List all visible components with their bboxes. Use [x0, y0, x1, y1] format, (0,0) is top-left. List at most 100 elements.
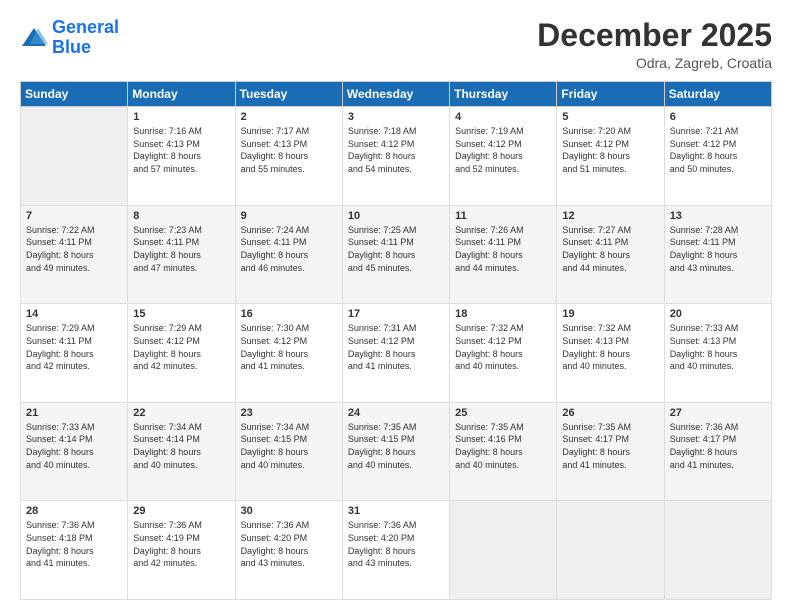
calendar-cell: 6 Sunrise: 7:21 AM Sunset: 4:12 PM Daylig…	[664, 107, 771, 206]
weekday-header-sunday: Sunday	[21, 82, 128, 107]
day-info: Sunrise: 7:36 AM Sunset: 4:20 PM Dayligh…	[241, 519, 337, 569]
day-number: 24	[348, 407, 444, 419]
day-info: Sunrise: 7:33 AM Sunset: 4:13 PM Dayligh…	[670, 322, 766, 372]
day-info: Sunrise: 7:36 AM Sunset: 4:19 PM Dayligh…	[133, 519, 229, 569]
day-info: Sunrise: 7:16 AM Sunset: 4:13 PM Dayligh…	[133, 125, 229, 175]
calendar-week-4: 21Sunrise: 7:33 AM Sunset: 4:14 PM Dayli…	[21, 402, 772, 501]
day-number: 20	[670, 308, 766, 320]
month-title: December 2025	[537, 18, 772, 53]
day-info: Sunrise: 7:30 AM Sunset: 4:12 PM Dayligh…	[241, 322, 337, 372]
calendar-cell: 26 Sunrise: 7:35 AM Sunset: 4:17 PM Dayli…	[557, 402, 664, 501]
calendar-cell	[664, 501, 771, 600]
calendar-cell: 27Sunrise: 7:36 AM Sunset: 4:17 PM Dayli…	[664, 402, 771, 501]
day-number: 6	[670, 111, 766, 123]
logo-line1: General	[52, 17, 119, 37]
day-number: 25	[455, 407, 551, 419]
day-info: Sunrise: 7:20 AM Sunset: 4:12 PM Dayligh…	[562, 125, 658, 175]
day-number: 18	[455, 308, 551, 320]
calendar-cell: 11 Sunrise: 7:26 AM Sunset: 4:11 PM Dayli…	[450, 205, 557, 304]
day-number: 12	[562, 210, 658, 222]
day-info: Sunrise: 7:17 AM Sunset: 4:13 PM Dayligh…	[241, 125, 337, 175]
logo-text: General Blue	[52, 18, 119, 58]
calendar-cell	[21, 107, 128, 206]
day-number: 15	[133, 308, 229, 320]
day-info: Sunrise: 7:19 AM Sunset: 4:12 PM Dayligh…	[455, 125, 551, 175]
weekday-header-friday: Friday	[557, 82, 664, 107]
calendar-cell: 13Sunrise: 7:28 AM Sunset: 4:11 PM Dayli…	[664, 205, 771, 304]
location: Odra, Zagreb, Croatia	[537, 55, 772, 71]
day-info: Sunrise: 7:31 AM Sunset: 4:12 PM Dayligh…	[348, 322, 444, 372]
day-number: 27	[670, 407, 766, 419]
day-number: 17	[348, 308, 444, 320]
weekday-header-saturday: Saturday	[664, 82, 771, 107]
logo-line2: Blue	[52, 37, 91, 57]
day-info: Sunrise: 7:26 AM Sunset: 4:11 PM Dayligh…	[455, 224, 551, 274]
logo-icon	[20, 24, 48, 52]
title-block: December 2025 Odra, Zagreb, Croatia	[537, 18, 772, 71]
day-info: Sunrise: 7:29 AM Sunset: 4:12 PM Dayligh…	[133, 322, 229, 372]
logo: General Blue	[20, 18, 119, 58]
calendar-week-2: 7Sunrise: 7:22 AM Sunset: 4:11 PM Daylig…	[21, 205, 772, 304]
day-info: Sunrise: 7:28 AM Sunset: 4:11 PM Dayligh…	[670, 224, 766, 274]
day-number: 29	[133, 505, 229, 517]
day-info: Sunrise: 7:35 AM Sunset: 4:17 PM Dayligh…	[562, 421, 658, 471]
calendar-cell: 4 Sunrise: 7:19 AM Sunset: 4:12 PM Daylig…	[450, 107, 557, 206]
calendar-cell: 24Sunrise: 7:35 AM Sunset: 4:15 PM Dayli…	[342, 402, 449, 501]
day-number: 9	[241, 210, 337, 222]
day-info: Sunrise: 7:34 AM Sunset: 4:14 PM Dayligh…	[133, 421, 229, 471]
calendar-cell: 25 Sunrise: 7:35 AM Sunset: 4:16 PM Dayli…	[450, 402, 557, 501]
calendar-cell: 14Sunrise: 7:29 AM Sunset: 4:11 PM Dayli…	[21, 304, 128, 403]
calendar-cell: 9 Sunrise: 7:24 AM Sunset: 4:11 PM Daylig…	[235, 205, 342, 304]
calendar-cell: 12 Sunrise: 7:27 AM Sunset: 4:11 PM Dayli…	[557, 205, 664, 304]
day-info: Sunrise: 7:33 AM Sunset: 4:14 PM Dayligh…	[26, 421, 122, 471]
day-number: 30	[241, 505, 337, 517]
day-number: 31	[348, 505, 444, 517]
calendar-cell: 16Sunrise: 7:30 AM Sunset: 4:12 PM Dayli…	[235, 304, 342, 403]
calendar-cell: 23 Sunrise: 7:34 AM Sunset: 4:15 PM Dayli…	[235, 402, 342, 501]
page: General Blue December 2025 Odra, Zagreb,…	[0, 0, 792, 612]
calendar-header-row: SundayMondayTuesdayWednesdayThursdayFrid…	[21, 82, 772, 107]
calendar-cell: 2Sunrise: 7:17 AM Sunset: 4:13 PM Daylig…	[235, 107, 342, 206]
calendar-cell: 3 Sunrise: 7:18 AM Sunset: 4:12 PM Daylig…	[342, 107, 449, 206]
calendar-cell: 8Sunrise: 7:23 AM Sunset: 4:11 PM Daylig…	[128, 205, 235, 304]
calendar-cell	[557, 501, 664, 600]
day-number: 5	[562, 111, 658, 123]
calendar-week-3: 14Sunrise: 7:29 AM Sunset: 4:11 PM Dayli…	[21, 304, 772, 403]
day-number: 3	[348, 111, 444, 123]
day-info: Sunrise: 7:21 AM Sunset: 4:12 PM Dayligh…	[670, 125, 766, 175]
calendar-cell: 17 Sunrise: 7:31 AM Sunset: 4:12 PM Dayli…	[342, 304, 449, 403]
day-number: 23	[241, 407, 337, 419]
day-number: 7	[26, 210, 122, 222]
calendar-cell: 20 Sunrise: 7:33 AM Sunset: 4:13 PM Dayli…	[664, 304, 771, 403]
calendar-cell: 30 Sunrise: 7:36 AM Sunset: 4:20 PM Dayli…	[235, 501, 342, 600]
day-number: 8	[133, 210, 229, 222]
calendar-cell: 22Sunrise: 7:34 AM Sunset: 4:14 PM Dayli…	[128, 402, 235, 501]
calendar-cell: 7Sunrise: 7:22 AM Sunset: 4:11 PM Daylig…	[21, 205, 128, 304]
day-info: Sunrise: 7:27 AM Sunset: 4:11 PM Dayligh…	[562, 224, 658, 274]
weekday-header-wednesday: Wednesday	[342, 82, 449, 107]
calendar-cell: 28 Sunrise: 7:36 AM Sunset: 4:18 PM Dayli…	[21, 501, 128, 600]
calendar-cell: 1Sunrise: 7:16 AM Sunset: 4:13 PM Daylig…	[128, 107, 235, 206]
calendar-cell: 18 Sunrise: 7:32 AM Sunset: 4:12 PM Dayli…	[450, 304, 557, 403]
day-info: Sunrise: 7:32 AM Sunset: 4:12 PM Dayligh…	[455, 322, 551, 372]
day-number: 4	[455, 111, 551, 123]
weekday-header-thursday: Thursday	[450, 82, 557, 107]
day-number: 28	[26, 505, 122, 517]
day-info: Sunrise: 7:25 AM Sunset: 4:11 PM Dayligh…	[348, 224, 444, 274]
day-info: Sunrise: 7:34 AM Sunset: 4:15 PM Dayligh…	[241, 421, 337, 471]
calendar-table: SundayMondayTuesdayWednesdayThursdayFrid…	[20, 81, 772, 600]
weekday-header-monday: Monday	[128, 82, 235, 107]
day-number: 14	[26, 308, 122, 320]
calendar-cell: 5 Sunrise: 7:20 AM Sunset: 4:12 PM Daylig…	[557, 107, 664, 206]
day-info: Sunrise: 7:36 AM Sunset: 4:20 PM Dayligh…	[348, 519, 444, 569]
day-info: Sunrise: 7:18 AM Sunset: 4:12 PM Dayligh…	[348, 125, 444, 175]
day-info: Sunrise: 7:35 AM Sunset: 4:16 PM Dayligh…	[455, 421, 551, 471]
day-info: Sunrise: 7:24 AM Sunset: 4:11 PM Dayligh…	[241, 224, 337, 274]
day-number: 26	[562, 407, 658, 419]
day-info: Sunrise: 7:36 AM Sunset: 4:18 PM Dayligh…	[26, 519, 122, 569]
day-number: 19	[562, 308, 658, 320]
calendar-week-5: 28 Sunrise: 7:36 AM Sunset: 4:18 PM Dayli…	[21, 501, 772, 600]
day-number: 11	[455, 210, 551, 222]
day-info: Sunrise: 7:32 AM Sunset: 4:13 PM Dayligh…	[562, 322, 658, 372]
calendar-cell: 31 Sunrise: 7:36 AM Sunset: 4:20 PM Dayli…	[342, 501, 449, 600]
